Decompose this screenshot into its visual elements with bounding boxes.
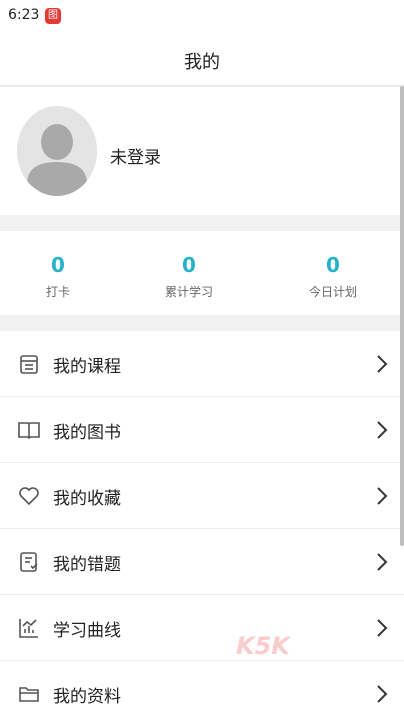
chart-icon	[17, 616, 41, 640]
menu-label: 我的图书	[53, 423, 121, 443]
title-bar: 我的	[0, 32, 404, 86]
menu-label: 我的资料	[53, 687, 121, 707]
watermark-text: K5K	[236, 632, 290, 660]
folder-icon	[17, 682, 41, 706]
menu-label: 我的收藏	[53, 489, 121, 509]
avatar[interactable]	[17, 106, 97, 196]
menu-list: 我的课程 我的图书 我的收藏 我的错题 学习曲线 我的资料	[0, 331, 404, 720]
watermark-logo: K5K	[236, 632, 290, 660]
login-status[interactable]: 未登录	[110, 143, 161, 168]
avatar-placeholder-icon	[17, 106, 97, 196]
heart-icon	[17, 484, 41, 508]
book-icon	[17, 418, 41, 442]
stat-today-plan[interactable]: 0 今日计划	[288, 253, 378, 300]
menu-item-my-books[interactable]: 我的图书	[0, 397, 404, 463]
page-title: 我的	[184, 52, 220, 73]
chevron-right-icon	[376, 486, 388, 506]
menu-item-my-favorites[interactable]: 我的收藏	[0, 463, 404, 529]
stat-checkin[interactable]: 0 打卡	[13, 253, 103, 300]
chevron-right-icon	[376, 618, 388, 638]
status-bar: 6:23 图	[0, 0, 404, 32]
stat-total-study[interactable]: 0 累计学习	[144, 253, 234, 300]
chevron-right-icon	[376, 684, 388, 704]
menu-item-learning-curve[interactable]: 学习曲线	[0, 595, 404, 661]
stat-label: 今日计划	[308, 285, 357, 299]
wrong-questions-icon	[17, 550, 41, 574]
stat-value: 0	[326, 253, 340, 277]
stat-value: 0	[51, 253, 65, 277]
chevron-right-icon	[376, 354, 388, 374]
menu-item-my-materials[interactable]: 我的资料	[0, 661, 404, 720]
menu-label: 学习曲线	[53, 621, 121, 641]
menu-item-wrong-questions[interactable]: 我的错题	[0, 529, 404, 595]
profile-card[interactable]: 未登录	[0, 87, 404, 215]
chevron-right-icon	[376, 420, 388, 440]
menu-item-my-courses[interactable]: 我的课程	[0, 331, 404, 397]
course-icon	[17, 352, 41, 376]
stat-label: 累计学习	[164, 285, 213, 299]
scrollbar[interactable]	[400, 86, 404, 546]
stat-label: 打卡	[45, 285, 70, 299]
stats-card: 0 打卡 0 累计学习 0 今日计划	[0, 231, 404, 315]
app-notification-icon: 图	[45, 8, 61, 24]
status-time: 6:23	[8, 7, 40, 23]
menu-label: 我的错题	[53, 555, 121, 575]
stat-value: 0	[182, 253, 196, 277]
chevron-right-icon	[376, 552, 388, 572]
menu-label: 我的课程	[53, 357, 121, 377]
